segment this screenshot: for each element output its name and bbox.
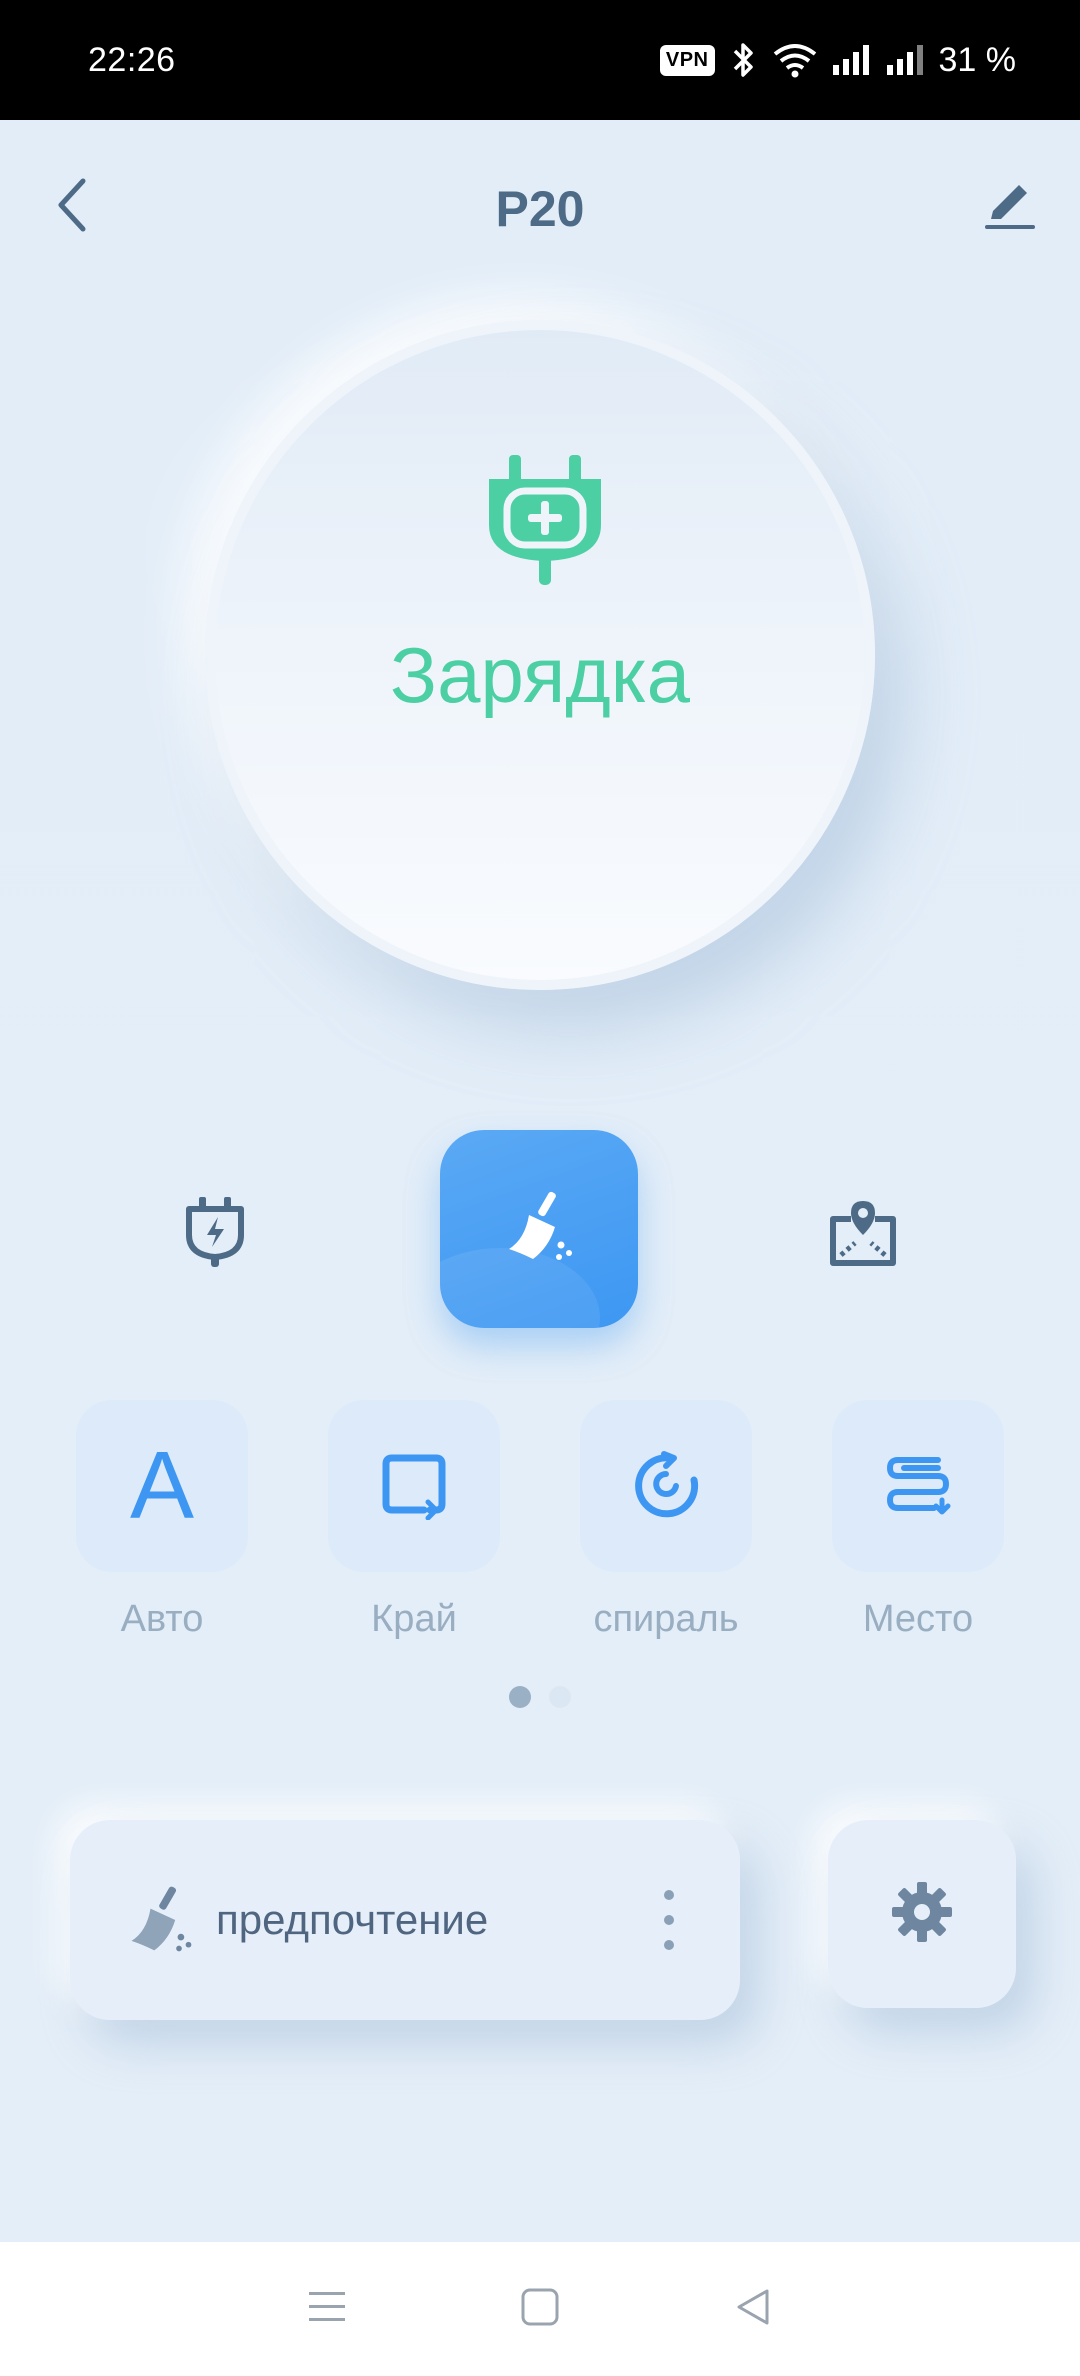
signal-icon bbox=[831, 43, 871, 77]
battery-text: 31 % bbox=[938, 40, 1017, 79]
broom-icon bbox=[499, 1187, 579, 1272]
status-bar: 22:26 VPN 31 % bbox=[0, 0, 1080, 120]
square-icon bbox=[520, 2287, 560, 2332]
wifi-icon bbox=[773, 42, 817, 78]
preference-card[interactable]: предпочтение bbox=[70, 1820, 740, 2020]
triangle-back-icon bbox=[733, 2287, 773, 2332]
mode-spot[interactable]: Место bbox=[828, 1400, 1008, 1641]
signal-icon bbox=[885, 43, 925, 77]
mode-label: Место bbox=[862, 1598, 974, 1640]
more-vertical-icon[interactable] bbox=[654, 1890, 684, 1950]
clean-button[interactable] bbox=[440, 1130, 638, 1328]
edge-icon bbox=[378, 1448, 450, 1525]
mode-tile bbox=[580, 1400, 752, 1572]
map-button[interactable] bbox=[818, 1190, 908, 1280]
gear-icon bbox=[890, 1880, 954, 1949]
settings-button[interactable] bbox=[828, 1820, 1016, 2008]
mode-tile bbox=[328, 1400, 500, 1572]
page-indicator bbox=[0, 1686, 1080, 1708]
spot-icon bbox=[882, 1448, 954, 1525]
bluetooth-icon bbox=[729, 41, 759, 79]
header: P20 bbox=[0, 120, 1080, 290]
map-pin-icon bbox=[827, 1197, 899, 1274]
recent-apps-button[interactable] bbox=[287, 2269, 367, 2349]
mode-tile: A bbox=[76, 1400, 248, 1572]
mode-label: Край bbox=[371, 1598, 457, 1640]
system-back-button[interactable] bbox=[713, 2269, 793, 2349]
mode-edge[interactable]: Край bbox=[324, 1400, 504, 1641]
mode-spiral[interactable]: спираль bbox=[576, 1400, 756, 1641]
edit-button[interactable] bbox=[974, 172, 1044, 242]
status-circle[interactable]: Зарядка bbox=[205, 320, 875, 990]
cleaning-modes: A Авто Край спираль Место bbox=[0, 1400, 1080, 1640]
auto-letter-icon: A bbox=[129, 1432, 195, 1539]
mode-tile bbox=[832, 1400, 1004, 1572]
home-button[interactable] bbox=[500, 2269, 580, 2349]
preference-label: предпочтение bbox=[216, 1896, 489, 1943]
mode-label: Авто bbox=[120, 1598, 204, 1640]
mode-label: спираль bbox=[593, 1598, 739, 1640]
app-screen: P20 Зарядка A Авто Край спираль Место пр… bbox=[0, 120, 1080, 2242]
system-nav-bar bbox=[0, 2242, 1080, 2376]
plug-icon bbox=[485, 455, 605, 592]
broom-icon bbox=[122, 1882, 198, 1958]
vpn-badge: VPN bbox=[659, 44, 715, 76]
recharge-button[interactable] bbox=[170, 1190, 260, 1280]
status-label: Зарядка bbox=[390, 631, 690, 719]
page-dot bbox=[549, 1686, 571, 1708]
page-title: P20 bbox=[495, 181, 585, 237]
spiral-icon bbox=[630, 1448, 702, 1525]
page-dot-active bbox=[509, 1686, 531, 1708]
charging-dock-icon bbox=[185, 1196, 245, 1274]
status-icons: VPN 31 % bbox=[659, 40, 1017, 80]
mode-auto[interactable]: A Авто bbox=[72, 1400, 252, 1641]
pencil-icon bbox=[981, 177, 1037, 238]
status-time: 22:26 bbox=[88, 40, 176, 79]
menu-icon bbox=[307, 2289, 347, 2330]
